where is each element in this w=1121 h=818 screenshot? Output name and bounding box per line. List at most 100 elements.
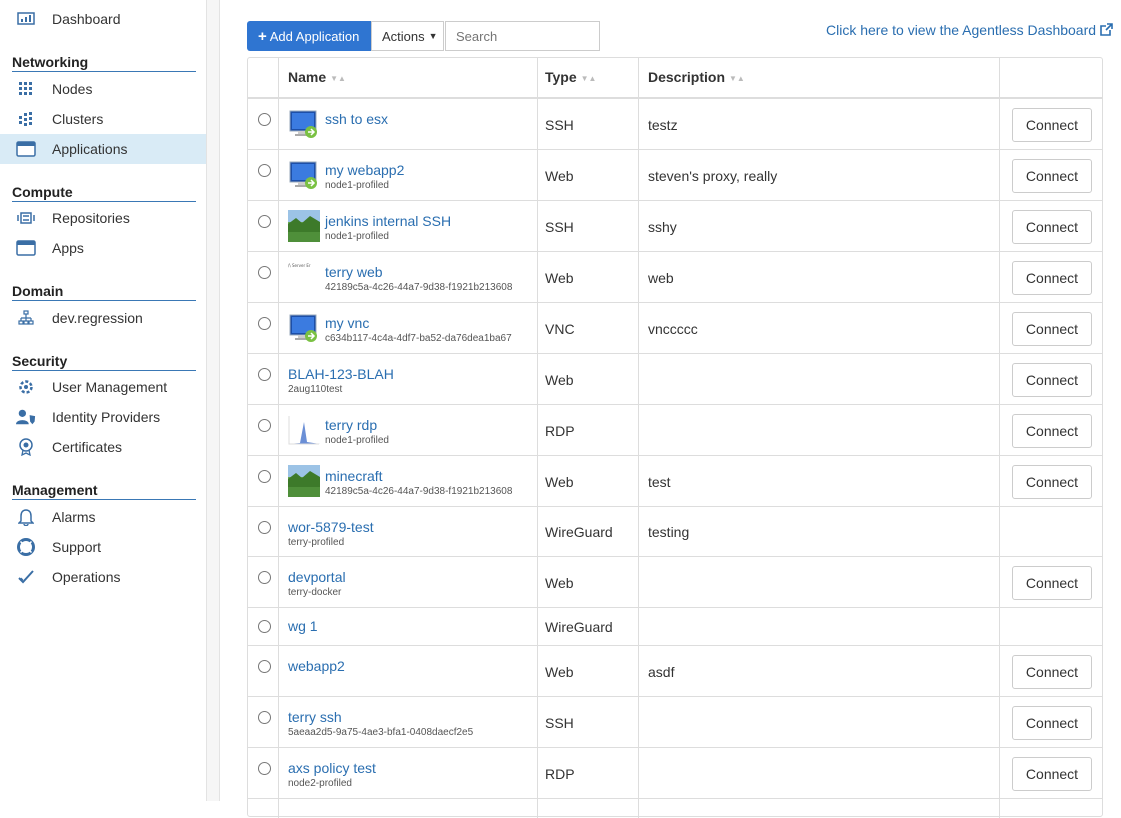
- row-select-radio[interactable]: [258, 113, 271, 126]
- sidebar-item-clusters[interactable]: Clusters: [0, 104, 206, 134]
- table-row[interactable]: devportal terry-docker Web Connect: [248, 557, 1102, 608]
- application-node: node2-profiled: [288, 778, 352, 789]
- row-select-radio[interactable]: [258, 266, 271, 279]
- certificates-icon: [16, 438, 36, 456]
- table-row[interactable]: /\ Server Er terry web 42189c5a-4c26-44a7-…: [248, 252, 1102, 303]
- table-row[interactable]: jenkins internal SSH node1-profiled SSH ssh…: [248, 201, 1102, 252]
- table-row[interactable]: terry rdp node1-profiled RDP Connect: [248, 405, 1102, 456]
- application-description: steven's proxy, really: [648, 168, 778, 184]
- table-row[interactable]: my vnc c634b117-4c4a-4df7-ba52-da76dea1ba…: [248, 303, 1102, 354]
- connect-button[interactable]: Connect: [1012, 261, 1092, 295]
- row-select-radio[interactable]: [258, 620, 271, 633]
- sidebar-item-repositories[interactable]: Repositories: [0, 203, 206, 233]
- application-name-link[interactable]: minecraft: [325, 468, 383, 484]
- table-row[interactable]: BLAH-123-BLAH 2aug110test Web Connect: [248, 354, 1102, 405]
- application-name-link[interactable]: devportal: [288, 569, 346, 585]
- table-row[interactable]: my webapp2 node1-profiled Web steven's prox…: [248, 150, 1102, 201]
- connect-button[interactable]: Connect: [1012, 363, 1092, 397]
- table-row[interactable]: ssh to esx SSH testz Connect: [248, 99, 1102, 150]
- svg-text:/\ Server Er: /\ Server Er: [288, 263, 311, 268]
- row-select-radio[interactable]: [258, 521, 271, 534]
- sidebar-item-label: Applications: [52, 141, 128, 157]
- table-row[interactable]: webapp2 Web asdf Connect: [248, 646, 1102, 697]
- application-name-link[interactable]: BLAH-123-BLAH: [288, 366, 394, 382]
- sidebar-item-support[interactable]: Support: [0, 532, 206, 562]
- connect-button[interactable]: Connect: [1012, 655, 1092, 689]
- application-node: 42189c5a-4c26-44a7-9d38-f1921b213608: [325, 282, 513, 293]
- add-application-button[interactable]: + Add Application: [247, 21, 371, 51]
- connect-button[interactable]: Connect: [1012, 566, 1092, 600]
- row-select-radio[interactable]: [258, 660, 271, 673]
- application-name-link[interactable]: terry web: [325, 264, 383, 280]
- application-name-link[interactable]: wg 1: [288, 618, 318, 634]
- connect-button[interactable]: Connect: [1012, 108, 1092, 142]
- bell-icon: [16, 509, 36, 526]
- table-row[interactable]: wg 1 WireGuard: [248, 608, 1102, 646]
- connect-button[interactable]: Connect: [1012, 159, 1092, 193]
- column-label: Description: [648, 69, 726, 85]
- sidebar-item-dev-regression[interactable]: dev.regression: [0, 303, 206, 333]
- row-select-radio[interactable]: [258, 711, 271, 724]
- sidebar-item-user-management[interactable]: User Management: [0, 372, 206, 402]
- column-header-name[interactable]: Name ▼▲: [288, 58, 346, 97]
- table-row[interactable]: axs policy test node2-profiled RDP Connect: [248, 748, 1102, 799]
- table-row[interactable]: terry ssh 5aeaa2d5-9a75-4ae3-bfa1-0408dae…: [248, 697, 1102, 748]
- sort-icon: ▼▲: [330, 73, 346, 83]
- row-select-radio[interactable]: [258, 762, 271, 775]
- sidebar-item-label: Clusters: [52, 111, 104, 127]
- connect-button[interactable]: Connect: [1012, 757, 1092, 791]
- sidebar-item-applications[interactable]: Applications: [0, 134, 206, 164]
- application-type: SSH: [545, 117, 574, 133]
- graph-thumbnail: [288, 414, 320, 446]
- application-name-link[interactable]: terry rdp: [325, 417, 377, 433]
- sidebar-item-certificates[interactable]: Certificates: [0, 432, 206, 462]
- row-select-radio[interactable]: [258, 419, 271, 432]
- table-row[interactable]: minecraft 42189c5a-4c26-44a7-9d38-f1921b2…: [248, 456, 1102, 507]
- sort-icon: ▼▲: [580, 73, 597, 83]
- column-header-type[interactable]: Type ▼▲: [545, 58, 596, 97]
- add-application-label: Add Application: [269, 28, 360, 44]
- application-name-link[interactable]: webapp2: [288, 658, 345, 674]
- sidebar-item-identity-providers[interactable]: Identity Providers: [0, 402, 206, 432]
- sidebar-item-apps[interactable]: Apps: [0, 233, 206, 263]
- application-name-link[interactable]: terry ssh: [288, 709, 342, 725]
- row-select-radio[interactable]: [258, 164, 271, 177]
- application-type: VNC: [545, 321, 575, 337]
- actions-dropdown[interactable]: Actions ▼: [371, 21, 444, 51]
- sidebar-item-alarms[interactable]: Alarms: [0, 502, 206, 532]
- application-name-link[interactable]: axs policy test: [288, 760, 376, 776]
- row-select-radio[interactable]: [258, 317, 271, 330]
- application-name-link[interactable]: wor-5879-test: [288, 519, 374, 535]
- table-row[interactable]: wor-5879-test terry-profiled WireGuard test…: [248, 507, 1102, 557]
- server-text-thumbnail: /\ Server Er: [288, 261, 320, 293]
- connect-button[interactable]: Connect: [1012, 414, 1092, 448]
- sort-icon: ▼▲: [729, 73, 745, 83]
- connect-button[interactable]: Connect: [1012, 312, 1092, 346]
- search-input[interactable]: [445, 21, 600, 51]
- sidebar-item-dashboard[interactable]: Dashboard: [0, 4, 206, 34]
- agentless-dashboard-link[interactable]: Click here to view the Agentless Dashboa…: [826, 22, 1113, 38]
- connect-button[interactable]: Connect: [1012, 210, 1092, 244]
- sidebar: Dashboard Networking Nodes Clusters Appl…: [0, 0, 207, 801]
- nodes-icon: [16, 81, 36, 97]
- column-header-description[interactable]: Description ▼▲: [648, 58, 745, 97]
- application-description: asdf: [648, 664, 675, 680]
- connect-button[interactable]: Connect: [1012, 465, 1092, 499]
- sidebar-item-operations[interactable]: Operations: [0, 562, 206, 592]
- application-name-link[interactable]: ssh to esx: [325, 111, 388, 127]
- application-name-link[interactable]: jenkins internal SSH: [325, 213, 451, 229]
- application-node: 42189c5a-4c26-44a7-9d38-f1921b213608: [325, 486, 513, 497]
- connect-button[interactable]: Connect: [1012, 706, 1092, 740]
- plus-icon: +: [258, 27, 267, 45]
- row-select-radio[interactable]: [258, 368, 271, 381]
- application-name-link[interactable]: my vnc: [325, 315, 369, 331]
- sidebar-item-nodes[interactable]: Nodes: [0, 74, 206, 104]
- row-select-radio[interactable]: [258, 215, 271, 228]
- row-select-radio[interactable]: [258, 571, 271, 584]
- landscape-thumbnail: [288, 210, 320, 242]
- row-select-radio[interactable]: [258, 470, 271, 483]
- lifebuoy-icon: [16, 538, 36, 556]
- clusters-icon: [16, 111, 36, 127]
- application-name-link[interactable]: my webapp2: [325, 162, 404, 178]
- landscape-thumbnail: [288, 465, 320, 497]
